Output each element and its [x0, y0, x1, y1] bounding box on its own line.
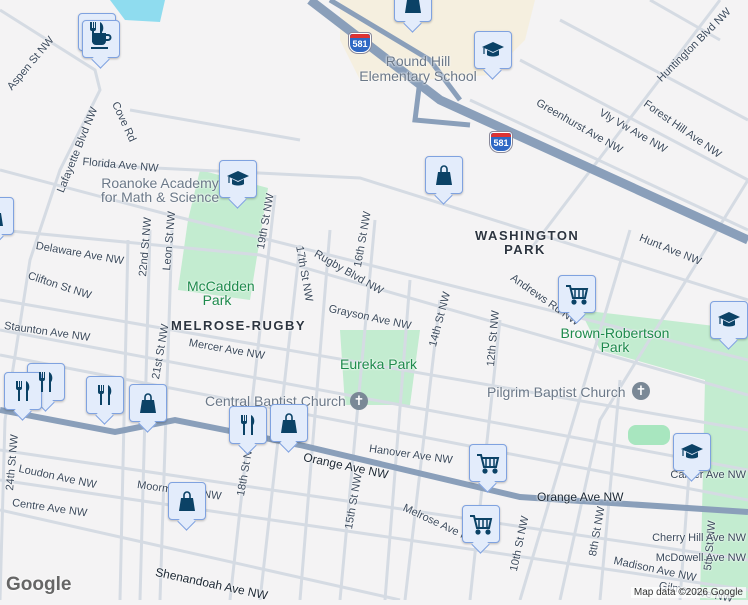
- shopping-bag-icon: [178, 491, 196, 512]
- shopping-marker[interactable]: [168, 482, 206, 520]
- restaurant-icon: [241, 415, 255, 435]
- shopping-bag-icon: [404, 0, 422, 14]
- park-label-mccadden[interactable]: McCadden Park: [187, 279, 255, 307]
- cart-icon: [476, 454, 499, 474]
- coffee-icon: [90, 32, 112, 50]
- neighborhood-melrose-rugby: MELROSE-RUGBY: [171, 318, 307, 333]
- school-marker[interactable]: [474, 31, 512, 69]
- school-marker[interactable]: [673, 433, 711, 471]
- school-icon: [481, 41, 505, 58]
- park-label-eureka[interactable]: Eureka Park: [340, 356, 417, 372]
- grocery-marker[interactable]: [462, 505, 500, 543]
- park-label-brown-robertson[interactable]: Brown-Robertson Park: [560, 326, 670, 354]
- poi-label-round-hill[interactable]: Round Hill Elementary School: [358, 54, 478, 84]
- street-label: Cherry Hill Ave NW: [652, 532, 746, 544]
- grocery-marker[interactable]: [469, 444, 507, 482]
- church-icon[interactable]: ✝: [632, 382, 650, 400]
- school-icon: [226, 170, 250, 187]
- shopping-bag-icon: [0, 206, 4, 227]
- shopping-bag-icon: [280, 413, 298, 434]
- school-icon: [717, 311, 741, 328]
- church-icon[interactable]: ✝: [350, 392, 368, 410]
- restaurant-icon: [39, 372, 53, 392]
- i581-shield: 581: [349, 33, 371, 53]
- restaurant-marker[interactable]: [229, 406, 267, 444]
- shopping-marker[interactable]: [394, 0, 432, 22]
- school-marker[interactable]: [219, 160, 257, 198]
- map-attribution[interactable]: Map data ©2026 Google: [630, 587, 746, 598]
- grocery-marker[interactable]: [558, 275, 596, 313]
- shopping-marker[interactable]: [129, 384, 167, 422]
- poi-label-pilgrim-baptist[interactable]: Pilgrim Baptist Church: [487, 384, 626, 400]
- restaurant-icon: [16, 381, 30, 401]
- shopping-marker[interactable]: [270, 404, 308, 442]
- poi-label-roanoke-academy[interactable]: Roanoke Academy for Math & Science: [100, 176, 220, 204]
- street-label-orange-ave: Orange Ave NW: [537, 490, 624, 504]
- map-canvas[interactable]: [0, 0, 748, 600]
- restaurant-marker[interactable]: [86, 376, 124, 414]
- restaurant-icon: [98, 385, 112, 405]
- shopping-marker[interactable]: [425, 156, 463, 194]
- google-logo: Google: [6, 574, 72, 595]
- school-icon: [680, 443, 704, 460]
- cart-icon: [469, 515, 492, 535]
- shopping-bag-icon: [139, 393, 157, 414]
- neighborhood-washington-park: WASHINGTON PARK: [475, 228, 580, 257]
- i581-shield: 581: [490, 132, 512, 152]
- shopping-marker[interactable]: [0, 197, 14, 235]
- cart-icon: [565, 285, 588, 305]
- shopping-bag-icon: [435, 165, 453, 186]
- school-marker[interactable]: [710, 301, 748, 339]
- street-label: McDowell Ave NW: [655, 552, 746, 564]
